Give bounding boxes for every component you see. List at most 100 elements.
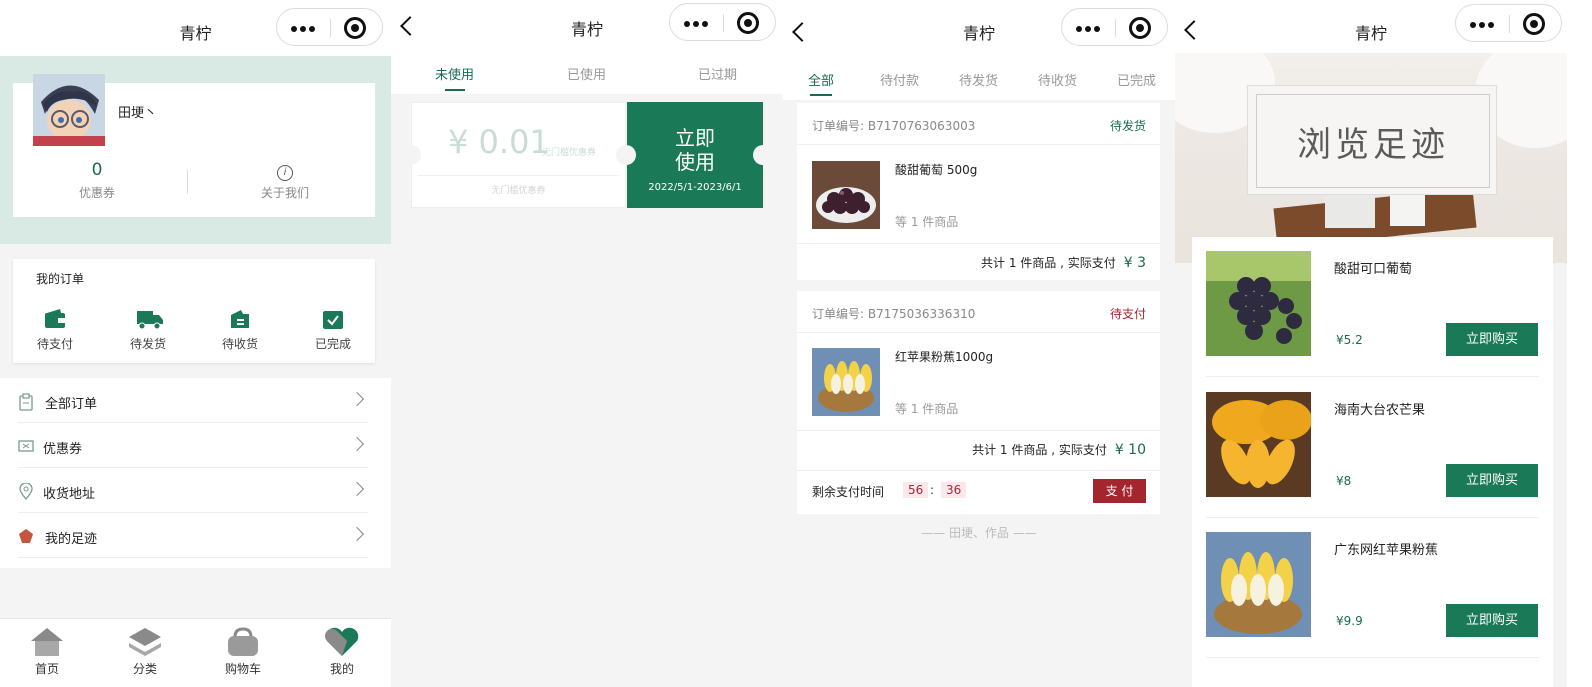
category-icon [128, 627, 162, 657]
tab-pending-payment[interactable]: 待付款 [880, 70, 919, 89]
about-us[interactable]: i 关于我们 [225, 160, 345, 201]
use-coupon-label: 立即 使用 [627, 126, 763, 174]
more-icon[interactable] [1076, 26, 1102, 32]
page-margin [1567, 0, 1592, 687]
capsule-divider [1509, 15, 1510, 33]
close-program-icon[interactable] [1129, 17, 1151, 39]
cart-icon [226, 627, 260, 657]
coupon-notch [753, 145, 773, 165]
coupon-validity: 2022/5/1-2023/6/1 [648, 182, 742, 193]
banner-frame-inner: 浏览足迹 [1256, 94, 1490, 188]
tab-category[interactable]: 分类 [96, 619, 194, 677]
coupon-screen: 青柠 未使用 已使用 已过期 ¥ 0.01 无门槛优惠券 无门槛优惠券 立即 使… [391, 0, 783, 687]
tab-mine[interactable]: 我的 [293, 619, 391, 677]
coupon-amount: ¥ 0.01 [448, 123, 550, 161]
about-us-label: 关于我们 [260, 186, 309, 200]
nav-bar: 青柠 [1175, 0, 1567, 53]
history-banner: 浏览足迹 [1175, 53, 1567, 263]
tab-expired[interactable]: 已过期 [698, 64, 737, 83]
active-tab-indicator [810, 94, 832, 96]
tab-completed[interactable]: 已完成 [1117, 70, 1156, 89]
order-total: 共计 1 件商品 , 实际支付 ¥ 10 [972, 441, 1146, 458]
product-image-bananas [1206, 532, 1311, 637]
divider [797, 430, 1160, 431]
product-name: 广东网红苹果粉蕉 [1334, 543, 1439, 558]
username: 田埂丶 [118, 106, 158, 121]
close-program-icon[interactable] [737, 12, 759, 34]
mini-program-capsule [1455, 4, 1562, 42]
menu-item-all-orders[interactable]: 全部订单 [18, 378, 368, 423]
order-tabs: 全部 待付款 待发货 待收货 已完成 [783, 56, 1175, 100]
chevron-right-icon [349, 526, 365, 542]
pay-button[interactable]: 支 付 [1093, 479, 1146, 503]
heart-icon [324, 627, 359, 657]
order-total-price: ¥ 10 [1114, 442, 1146, 458]
order-status-to-ship[interactable]: 待发货 [118, 309, 178, 352]
list-item[interactable]: 海南大台农芒果 ¥8 立即购买 [1206, 378, 1539, 518]
menu-item-footprint[interactable]: 我的足迹 [18, 513, 368, 558]
tab-used[interactable]: 已使用 [567, 64, 606, 83]
browse-history-screen: 青柠 浏览足迹 酸甜可口葡萄 ¥5.2 立即购买 海南大台农芒果 ¥8 立即购买… [1175, 0, 1567, 687]
list-item[interactable]: 酸甜可口葡萄 ¥5.2 立即购买 [1206, 237, 1539, 377]
buy-now-button[interactable]: 立即购买 [1446, 604, 1538, 637]
menu-label: 优惠券 [43, 442, 83, 457]
order-status-completed[interactable]: 已完成 [303, 309, 363, 352]
product-list: 酸甜可口葡萄 ¥5.2 立即购买 海南大台农芒果 ¥8 立即购买 广东网红苹果粉… [1192, 237, 1553, 687]
order-total-text: 共计 1 件商品 , 实际支付 [972, 443, 1107, 457]
tab-cart[interactable]: 购物车 [194, 619, 292, 677]
coupon-card: ¥ 0.01 无门槛优惠券 无门槛优惠券 [411, 102, 626, 208]
tab-label: 我的 [329, 662, 354, 676]
wallet-icon [44, 309, 66, 329]
tab-label: 购物车 [224, 662, 261, 676]
tab-label: 首页 [34, 662, 59, 676]
menu-item-address[interactable]: 收货地址 [18, 468, 368, 513]
buy-now-button[interactable]: 立即购买 [1446, 323, 1538, 356]
order-card[interactable]: 订单编号: B7175036336310 待支付 红苹果粉蕉1000g 等 1 … [797, 291, 1160, 514]
order-status-pending-payment[interactable]: 待支付 [25, 309, 85, 352]
close-program-icon[interactable] [1523, 13, 1545, 35]
bottom-tab-bar: 首页 分类 购物车 我的 [0, 618, 391, 687]
more-icon[interactable] [291, 26, 317, 32]
tab-to-receive[interactable]: 待收货 [1038, 70, 1077, 89]
menu-label: 收货地址 [43, 487, 96, 502]
tab-to-ship[interactable]: 待发货 [959, 70, 998, 89]
divider [797, 243, 1160, 244]
more-icon[interactable] [684, 21, 710, 27]
list-item[interactable]: 广东网红苹果粉蕉 ¥9.9 立即购买 [1206, 518, 1539, 658]
item-count: 等 1 件商品 [895, 215, 959, 229]
orders-screen: 青柠 全部 待付款 待发货 待收货 已完成 订单编号: B71707630630… [783, 0, 1175, 687]
order-total-price: ¥ 3 [1123, 255, 1146, 271]
order-status: 待支付 [1109, 307, 1146, 321]
use-coupon-button[interactable]: 立即 使用 2022/5/1-2023/6/1 [627, 102, 763, 208]
chevron-right-icon [349, 436, 365, 452]
menu-item-coupons[interactable]: 优惠券 [18, 423, 368, 468]
capsule-divider [330, 19, 331, 37]
avatar[interactable] [33, 74, 105, 146]
product-price: ¥5.2 [1336, 333, 1363, 347]
item-count: 等 1 件商品 [895, 402, 959, 416]
ticket-icon [18, 438, 34, 454]
product-image-grapes [1206, 251, 1311, 356]
product-price: ¥8 [1336, 474, 1352, 488]
order-card[interactable]: 订单编号: B7170763063003 待发货 酸甜葡萄 500g 等 1 件… [797, 103, 1160, 280]
mini-program-capsule [276, 8, 383, 46]
info-icon: i [277, 165, 293, 181]
chevron-right-icon [349, 391, 365, 407]
order-status: 待发货 [1109, 119, 1146, 133]
close-program-icon[interactable] [344, 17, 366, 39]
order-status-to-receive[interactable]: 待收货 [210, 309, 270, 352]
nav-bar: 青柠 [391, 0, 783, 56]
more-icon[interactable] [1470, 22, 1496, 28]
tab-home[interactable]: 首页 [0, 619, 96, 677]
coupon-stat[interactable]: 0 优惠券 [37, 160, 157, 201]
truck-icon [137, 309, 163, 330]
coupon-notch [616, 145, 636, 165]
my-orders-title: 我的订单 [36, 272, 85, 286]
tab-all[interactable]: 全部 [808, 70, 834, 89]
clipboard-icon [18, 393, 34, 411]
footprint-icon [18, 528, 34, 544]
tab-unused[interactable]: 未使用 [435, 64, 474, 83]
buy-now-button[interactable]: 立即购买 [1446, 464, 1538, 497]
countdown-seconds: 36 [941, 482, 967, 498]
coupon-stat-label: 优惠券 [78, 186, 115, 200]
